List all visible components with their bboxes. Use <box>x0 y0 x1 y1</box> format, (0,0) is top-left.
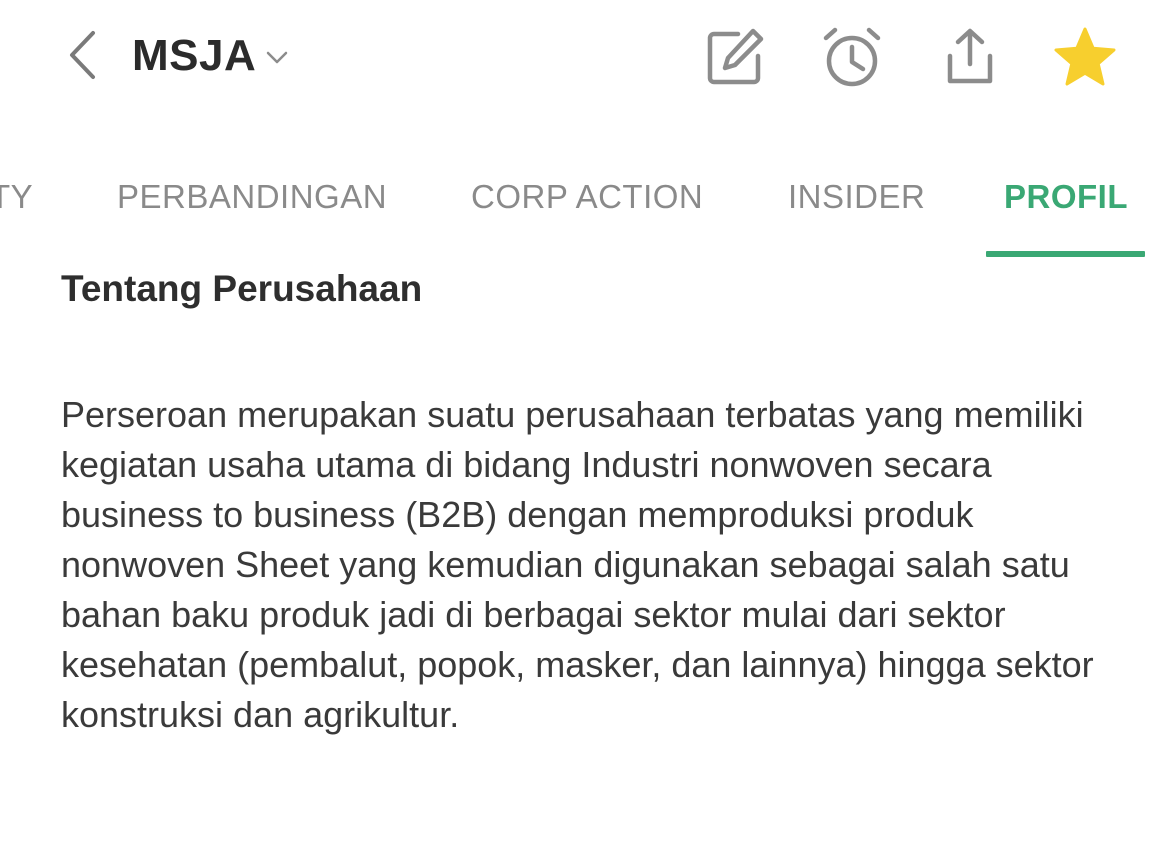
active-tab-indicator <box>986 251 1145 257</box>
edit-icon <box>707 28 764 85</box>
tab-insider[interactable]: INSIDER <box>788 160 925 258</box>
tab-bar: TY PERBANDINGAN CORP ACTION INSIDER PROF… <box>0 160 1170 258</box>
share-icon <box>947 28 993 84</box>
app-header: MSJA <box>0 0 1170 120</box>
tab-ty[interactable]: TY <box>0 160 33 258</box>
chevron-left-icon <box>70 31 95 79</box>
favorite-button[interactable] <box>1053 24 1117 90</box>
ticker-selector[interactable]: MSJA <box>132 28 288 84</box>
tab-profil[interactable]: PROFIL <box>1004 160 1128 258</box>
share-button[interactable] <box>938 24 1002 90</box>
ticker-symbol: MSJA <box>132 31 257 80</box>
edit-button[interactable] <box>703 24 767 90</box>
alarm-icon <box>823 27 881 87</box>
section-title: Tentang Perusahaan <box>61 268 423 309</box>
back-button[interactable] <box>58 26 106 84</box>
company-description: Perseroan merupakan suatu perusahaan ter… <box>61 394 1094 735</box>
chevron-down-icon <box>266 51 288 65</box>
alarm-button[interactable] <box>820 24 884 90</box>
star-icon <box>1054 27 1116 86</box>
tab-corp-action[interactable]: CORP ACTION <box>471 160 703 258</box>
tab-perbandingan[interactable]: PERBANDINGAN <box>117 160 387 258</box>
